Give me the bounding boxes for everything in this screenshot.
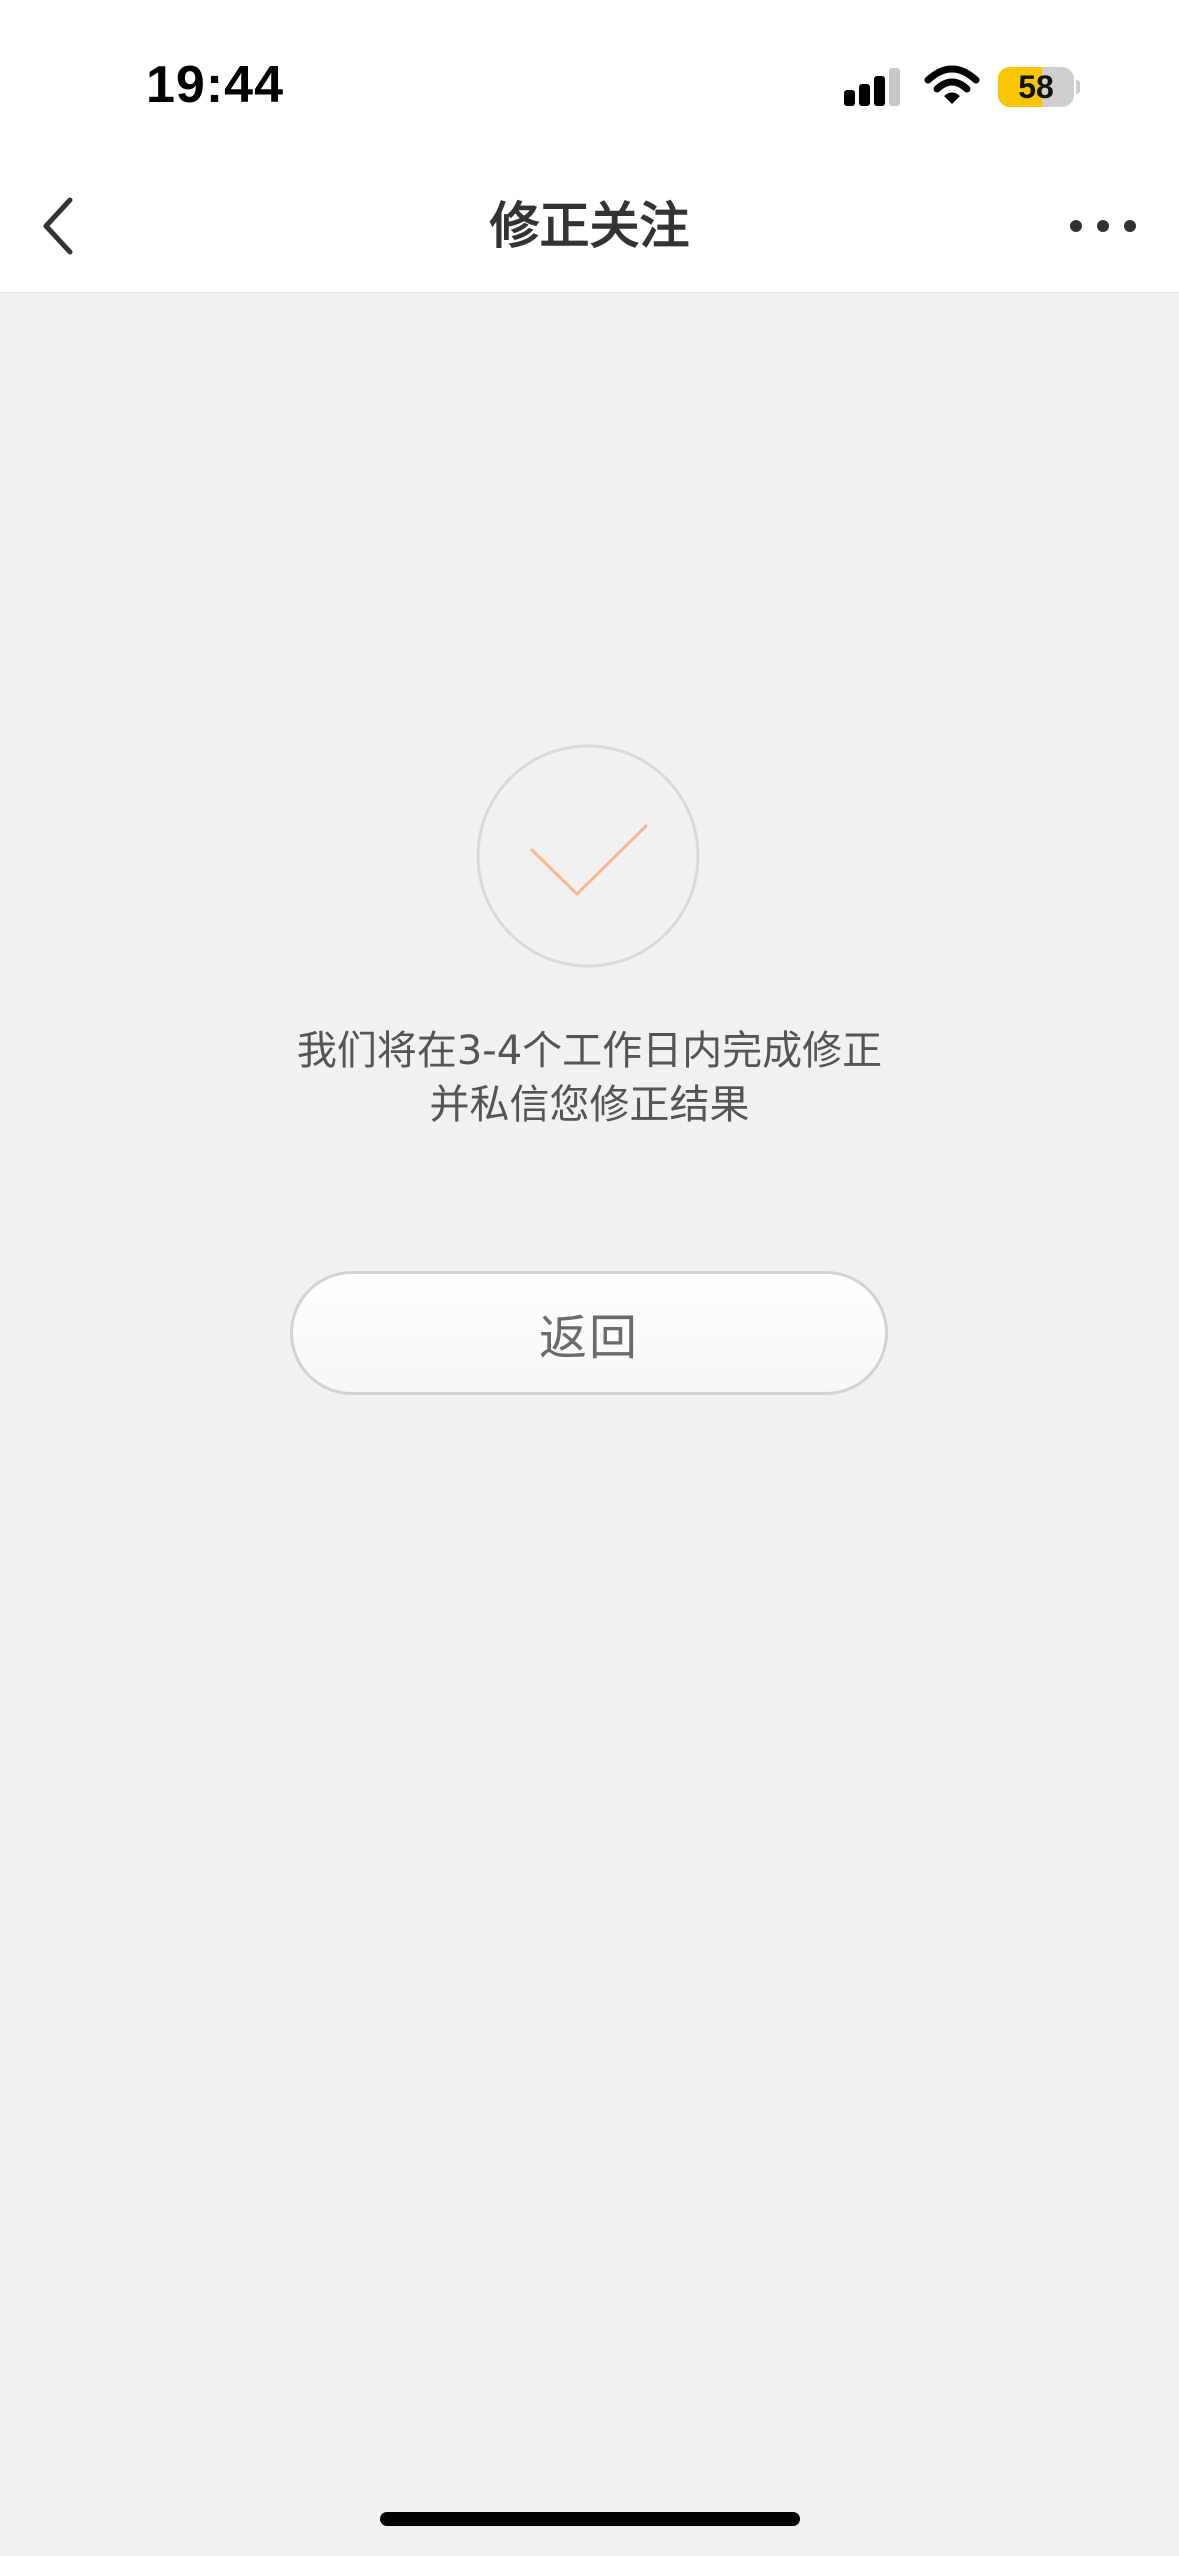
screen: 19:44 58 修正关注 我们将在3-4个工作日内完成修正 并私信您修正结果 …: [0, 0, 1179, 2556]
result-message-line-2: 并私信您修正结果: [429, 1082, 750, 1128]
result-message: 我们将在3-4个工作日内完成修正 并私信您修正结果: [0, 1024, 1179, 1132]
page-title: 修正关注: [489, 197, 690, 255]
more-button[interactable]: [1060, 196, 1146, 256]
status-bar: 19:44 58: [0, 0, 1179, 160]
wifi-icon: [924, 65, 980, 104]
signal-icon: [844, 68, 900, 106]
chevron-left-icon: [43, 197, 73, 255]
result-message-line-1: 我们将在3-4个工作日内完成修正: [296, 1028, 883, 1074]
battery-level: 58: [1018, 69, 1054, 105]
nav-bar: 修正关注: [0, 160, 1179, 293]
check-circle-icon: [476, 744, 700, 968]
return-button[interactable]: 返回: [290, 1271, 888, 1395]
battery-icon: 58: [998, 67, 1080, 107]
status-time: 19:44: [146, 56, 284, 114]
home-indicator[interactable]: [380, 2512, 800, 2526]
back-button[interactable]: [20, 188, 96, 264]
more-dots-icon: [1070, 220, 1136, 232]
